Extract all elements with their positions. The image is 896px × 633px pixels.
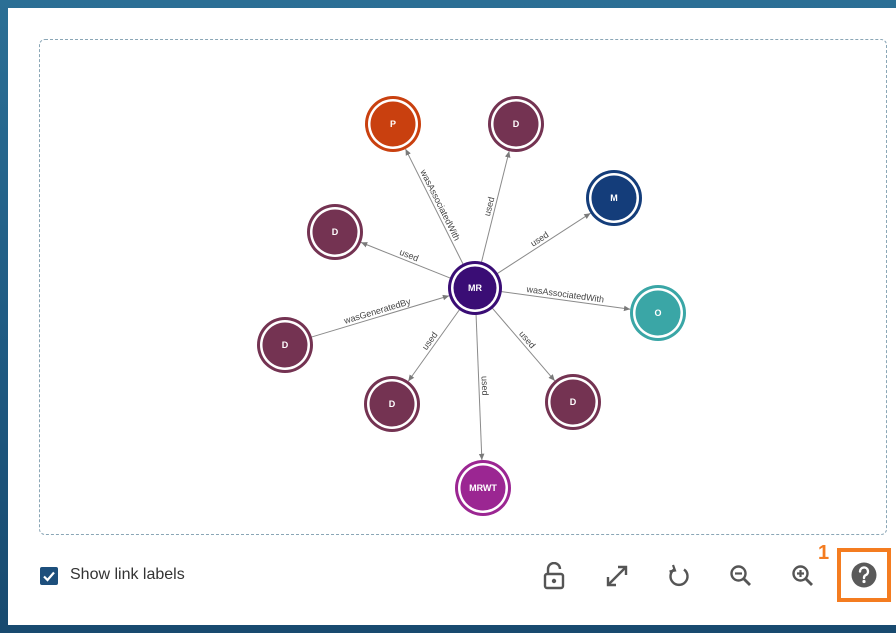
edge-d-bl[interactable]: [407, 307, 462, 382]
edge-label: used: [398, 247, 420, 264]
node-label: D: [332, 227, 339, 237]
graph-node-mrwt[interactable]: MRWT: [455, 460, 511, 516]
node-label: M: [610, 193, 618, 203]
graph-node-o[interactable]: O: [630, 285, 686, 341]
edge-label: wasGeneratedBy: [342, 296, 412, 326]
step-marker: 1: [818, 542, 830, 564]
zoom-out-icon: [730, 565, 751, 586]
node-label: MR: [468, 283, 482, 293]
graph-node-d-ul[interactable]: D: [307, 204, 363, 260]
graph-toolbar: Show link labels 1: [8, 542, 896, 625]
node-label: D: [570, 397, 577, 407]
provenance-graph[interactable]: wasAssociatedWith used used wasAssociatedWi…: [39, 39, 887, 535]
node-label: D: [389, 399, 396, 409]
zoom-out-button[interactable]: [724, 559, 758, 593]
edge-d-br[interactable]: [490, 305, 556, 382]
zoom-in-icon: [792, 565, 813, 586]
check-icon: [43, 571, 55, 582]
node-label: D: [513, 119, 520, 129]
graph-node-m[interactable]: M: [586, 170, 642, 226]
edge-m[interactable]: [494, 212, 591, 276]
lock-button[interactable]: [537, 559, 571, 593]
graph-node-d-l[interactable]: D: [257, 317, 313, 373]
node-label: P: [390, 119, 396, 129]
help-button[interactable]: [837, 548, 891, 602]
graph-node-center[interactable]: MR: [448, 261, 502, 315]
lock-open-icon: [543, 562, 565, 590]
edge-label: wasAssociatedWith: [418, 167, 462, 242]
graph-panel: wasAssociatedWith used used wasAssociatedWi…: [8, 8, 896, 625]
graph-node-d-top[interactable]: D: [488, 96, 544, 152]
graph-node-d-br[interactable]: D: [545, 374, 601, 430]
graph-canvas[interactable]: wasAssociatedWith used used wasAssociatedWi…: [40, 40, 888, 536]
fit-to-screen-button[interactable]: [600, 559, 634, 593]
show-link-labels-checkbox[interactable]: [40, 567, 58, 585]
zoom-in-button[interactable]: [786, 559, 820, 593]
edge-d-l[interactable]: [308, 294, 450, 339]
reset-icon: [669, 564, 689, 587]
edge-label: used: [482, 196, 496, 217]
show-link-labels-label[interactable]: Show link labels: [70, 566, 185, 584]
expand-icon: [606, 565, 628, 587]
edge-label: used: [517, 329, 537, 350]
node-label: D: [282, 340, 289, 350]
node-label: MRWT: [469, 483, 497, 493]
graph-node-d-bl[interactable]: D: [364, 376, 420, 432]
edge-label: wasAssociatedWith: [525, 284, 605, 305]
node-label: O: [654, 308, 661, 318]
edge-label: used: [480, 376, 491, 396]
edge-p[interactable]: [405, 148, 465, 267]
help-icon: [851, 562, 877, 588]
graph-node-p[interactable]: P: [365, 96, 421, 152]
reset-layout-button[interactable]: [662, 559, 696, 593]
